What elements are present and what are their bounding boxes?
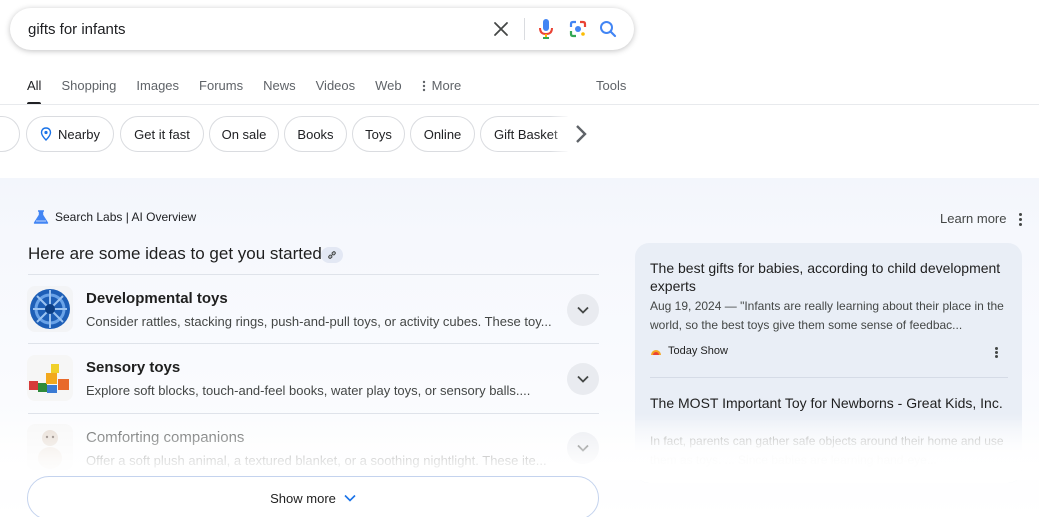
list-divider <box>28 413 599 414</box>
more-options-icon[interactable] <box>1015 212 1025 228</box>
chip-partial-left[interactable] <box>0 116 20 152</box>
chip-online[interactable]: Online <box>410 116 475 152</box>
item-description: Explore soft blocks, touch-and-feel book… <box>86 383 531 398</box>
item-title: Sensory toys <box>86 359 181 376</box>
search-divider <box>524 18 525 40</box>
comfort-toy-thumbnail <box>27 424 73 470</box>
item-title: Comforting companions <box>86 429 245 446</box>
chip-label: Online <box>423 126 462 142</box>
source-snippet: In fact, parents can gather safe objects… <box>650 434 1004 467</box>
source-divider <box>650 377 1008 378</box>
tab-news[interactable]: News <box>263 78 296 104</box>
source-site-name: Today Show <box>668 345 728 357</box>
chip-label: Toys <box>365 126 392 142</box>
tab-web[interactable]: Web <box>375 78 402 104</box>
tab-shopping[interactable]: Shopping <box>61 78 116 104</box>
chip-books[interactable]: Books <box>284 116 347 152</box>
ai-overview-header: Search Labs | AI Overview <box>33 210 196 224</box>
item-description: Consider rattles, stacking rings, push-a… <box>86 314 552 329</box>
item-description: Offer a soft plush animal, a textured bl… <box>86 453 547 468</box>
source-site[interactable]: Today Show <box>650 345 728 357</box>
item-title: Developmental toys <box>86 290 228 307</box>
source-title[interactable]: The best gifts for babies, according to … <box>650 259 1005 295</box>
tab-more-label: More <box>431 78 462 93</box>
tab-videos[interactable]: Videos <box>316 78 356 104</box>
tab-forums[interactable]: Forums <box>199 78 243 104</box>
camera-lens-icon[interactable] <box>566 17 590 41</box>
expand-item-button[interactable] <box>567 363 599 395</box>
vertical-dots-icon <box>422 80 425 92</box>
chevron-down-icon <box>344 494 356 502</box>
search-icon[interactable] <box>596 17 620 41</box>
chevron-down-icon <box>577 375 589 383</box>
learn-more-link[interactable]: Learn more <box>940 211 1006 226</box>
chip-label: On sale <box>221 126 267 142</box>
clear-icon[interactable] <box>489 17 513 41</box>
chip-label: Get it fast <box>134 126 190 142</box>
list-divider <box>28 343 599 344</box>
expand-item-button[interactable] <box>567 432 599 464</box>
source-title[interactable]: The MOST Important Toy for Newborns - Gr… <box>650 394 1005 412</box>
show-more-button[interactable]: Show more <box>27 476 599 517</box>
chip-toys[interactable]: Toys <box>352 116 405 152</box>
chip-label: Gift Basket <box>494 126 558 142</box>
tab-images[interactable]: Images <box>136 78 179 104</box>
ai-overview-title: Search Labs | AI Overview <box>55 210 197 224</box>
tabs-divider <box>0 104 1039 105</box>
location-pin-icon <box>40 127 52 141</box>
chevron-right-icon[interactable] <box>574 122 594 146</box>
chip-gift-basket[interactable]: Gift Basket <box>480 116 568 152</box>
today-show-logo-icon <box>651 350 661 355</box>
chip-nearby[interactable]: Nearby <box>26 116 114 152</box>
list-divider <box>28 274 599 275</box>
chip-on-sale[interactable]: On sale <box>209 116 279 152</box>
chip-label: Books <box>297 126 334 142</box>
chevron-down-icon <box>577 444 589 452</box>
ideas-heading: Here are some ideas to get you started: <box>28 244 327 263</box>
microphone-icon[interactable] <box>534 17 558 41</box>
chevron-down-icon <box>577 306 589 314</box>
show-more-label: Show more <box>270 490 336 506</box>
tab-more[interactable]: More <box>422 78 462 104</box>
source-snippet: Aug 19, 2024 — "Infants are really learn… <box>650 299 1004 332</box>
sensory-toy-thumbnail <box>27 355 73 401</box>
source-more-options-icon[interactable] <box>991 346 1001 362</box>
link-icon[interactable] <box>321 247 343 263</box>
expand-item-button[interactable] <box>567 294 599 326</box>
tab-all[interactable]: All <box>27 78 42 105</box>
developmental-toy-thumbnail <box>27 286 73 332</box>
tools-button[interactable]: Tools <box>596 78 626 93</box>
filter-chips: Nearby Get it fast On sale Books Toys On… <box>0 116 600 152</box>
chip-get-it-fast[interactable]: Get it fast <box>120 116 204 152</box>
search-input[interactable]: gifts for infants <box>28 21 126 38</box>
search-bar[interactable]: gifts for infants <box>10 8 634 50</box>
sources-panel: The best gifts for babies, according to … <box>635 243 1022 483</box>
chip-label: Nearby <box>58 126 100 142</box>
flask-icon <box>33 210 49 224</box>
search-tabs: All Shopping Images Forums News Videos W… <box>27 78 481 105</box>
